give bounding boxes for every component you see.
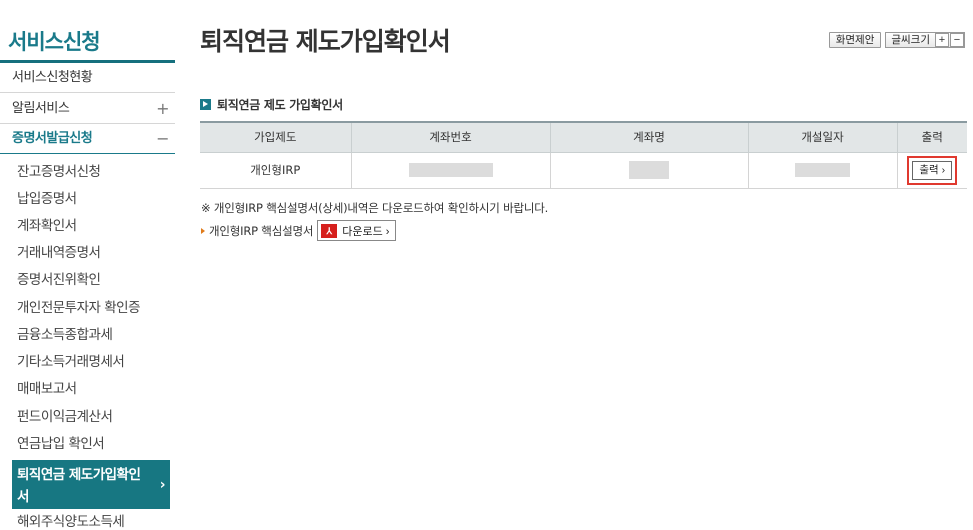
- font-size-control: 글씨크기 + −: [885, 32, 965, 48]
- collapse-icon[interactable]: −: [156, 124, 169, 154]
- menu-item-label: 서비스신청현황: [12, 70, 93, 85]
- open-date-cell: [747, 151, 898, 189]
- sidebar-item-cert-verify[interactable]: 증명서진위확인: [12, 267, 170, 294]
- sidebar-item-pension-payment[interactable]: 연금납입 확인서: [12, 431, 170, 458]
- menu-item-label: 알림서비스: [12, 101, 70, 116]
- menu-item-notification[interactable]: 알림서비스 +: [0, 94, 175, 124]
- download-label: 개인형IRP 핵심설명서: [209, 223, 314, 238]
- column-header: 계좌번호: [350, 121, 551, 153]
- column-header: 계좌명: [549, 121, 749, 153]
- print-cell: 출력 ›: [896, 151, 967, 189]
- sidebar-item-pro-investor[interactable]: 개인전문투자자 확인증: [12, 295, 170, 322]
- account-name-cell: [549, 151, 749, 189]
- column-header: 가입제도: [200, 121, 352, 153]
- sidebar-item-balance-cert[interactable]: 잔고증명서신청: [12, 159, 170, 186]
- sidebar-item-account-cert[interactable]: 계좌확인서: [12, 213, 170, 240]
- pdf-icon: ⅄: [321, 223, 338, 238]
- menu-item-certificate[interactable]: 증명서발급신청 −: [0, 124, 175, 154]
- suggest-button[interactable]: 화면제안: [828, 32, 882, 48]
- plan-cell: 개인형IRP: [200, 151, 352, 189]
- highlight-box: 출력 ›: [907, 155, 958, 185]
- page-tools: 화면제안 글씨크기 + −: [828, 32, 965, 48]
- masked-value: [629, 161, 669, 179]
- download-button-label: 다운로드 ›: [342, 225, 390, 238]
- download-line: 개인형IRP 핵심설명서 ⅄ 다운로드 ›: [201, 220, 397, 241]
- table-row: 개인형IRP 출력 ›: [200, 151, 967, 189]
- section-title: 퇴직연금 제도 가입확인서: [200, 96, 343, 113]
- table-header-row: 가입제도 계좌번호 계좌명 개설일자 출력: [200, 121, 967, 153]
- sidebar: 서비스신청 서비스신청현황 알림서비스 + 증명서발급신청 − 잔고증명서신청 …: [0, 0, 175, 530]
- sidebar-item-financial-income-tax[interactable]: 금융소득종합과세: [12, 322, 170, 349]
- pension-table: 가입제도 계좌번호 계좌명 개설일자 출력 개인형IRP 출력 ›: [200, 121, 967, 189]
- font-increase-button[interactable]: +: [935, 33, 949, 47]
- chevron-right-icon: ›: [159, 477, 166, 493]
- sidebar-item-trade-report[interactable]: 매매보고서: [12, 376, 170, 403]
- menu-item-label: 증명서발급신청: [12, 131, 93, 146]
- print-button[interactable]: 출력 ›: [912, 160, 953, 180]
- column-header: 개설일자: [747, 121, 898, 153]
- font-size-label: 글씨크기: [891, 34, 930, 46]
- sidebar-title: 서비스신청: [8, 30, 101, 54]
- expand-icon[interactable]: +: [156, 94, 169, 124]
- masked-value: [408, 163, 493, 178]
- section-title-text: 퇴직연금 제도 가입확인서: [217, 98, 343, 112]
- sidebar-item-transaction-cert[interactable]: 거래내역증명서: [12, 240, 170, 267]
- sidebar-item-retirement-pension[interactable]: 퇴직연금 제도가입확인서 ›: [12, 460, 170, 509]
- font-decrease-button[interactable]: −: [950, 33, 964, 47]
- sidebar-item-overseas-stock-tax[interactable]: 해외주식양도소득세: [12, 509, 170, 530]
- sidebar-item-fund-profit[interactable]: 펀드이익금계산서: [12, 404, 170, 431]
- bullet-triangle-icon: [201, 227, 205, 234]
- bullet-arrow-icon: [200, 99, 211, 110]
- sidebar-item-other-income[interactable]: 기타소득거래명세서: [12, 349, 170, 376]
- menu-item-service-status[interactable]: 서비스신청현황: [0, 63, 175, 93]
- download-button[interactable]: ⅄ 다운로드 ›: [317, 220, 397, 241]
- notice-text: ※ 개인형IRP 핵심설명서(상세)내역은 다운로드하여 확인하시기 바랍니다.: [201, 201, 549, 215]
- sidebar-item-payment-cert[interactable]: 납입증명서: [12, 186, 170, 213]
- masked-value: [795, 163, 850, 178]
- account-number-cell: [350, 151, 551, 189]
- sidebar-item-label: 퇴직연금 제도가입확인서: [17, 467, 141, 505]
- column-header: 출력: [896, 121, 967, 153]
- page-title: 퇴직연금 제도가입확인서: [200, 27, 451, 56]
